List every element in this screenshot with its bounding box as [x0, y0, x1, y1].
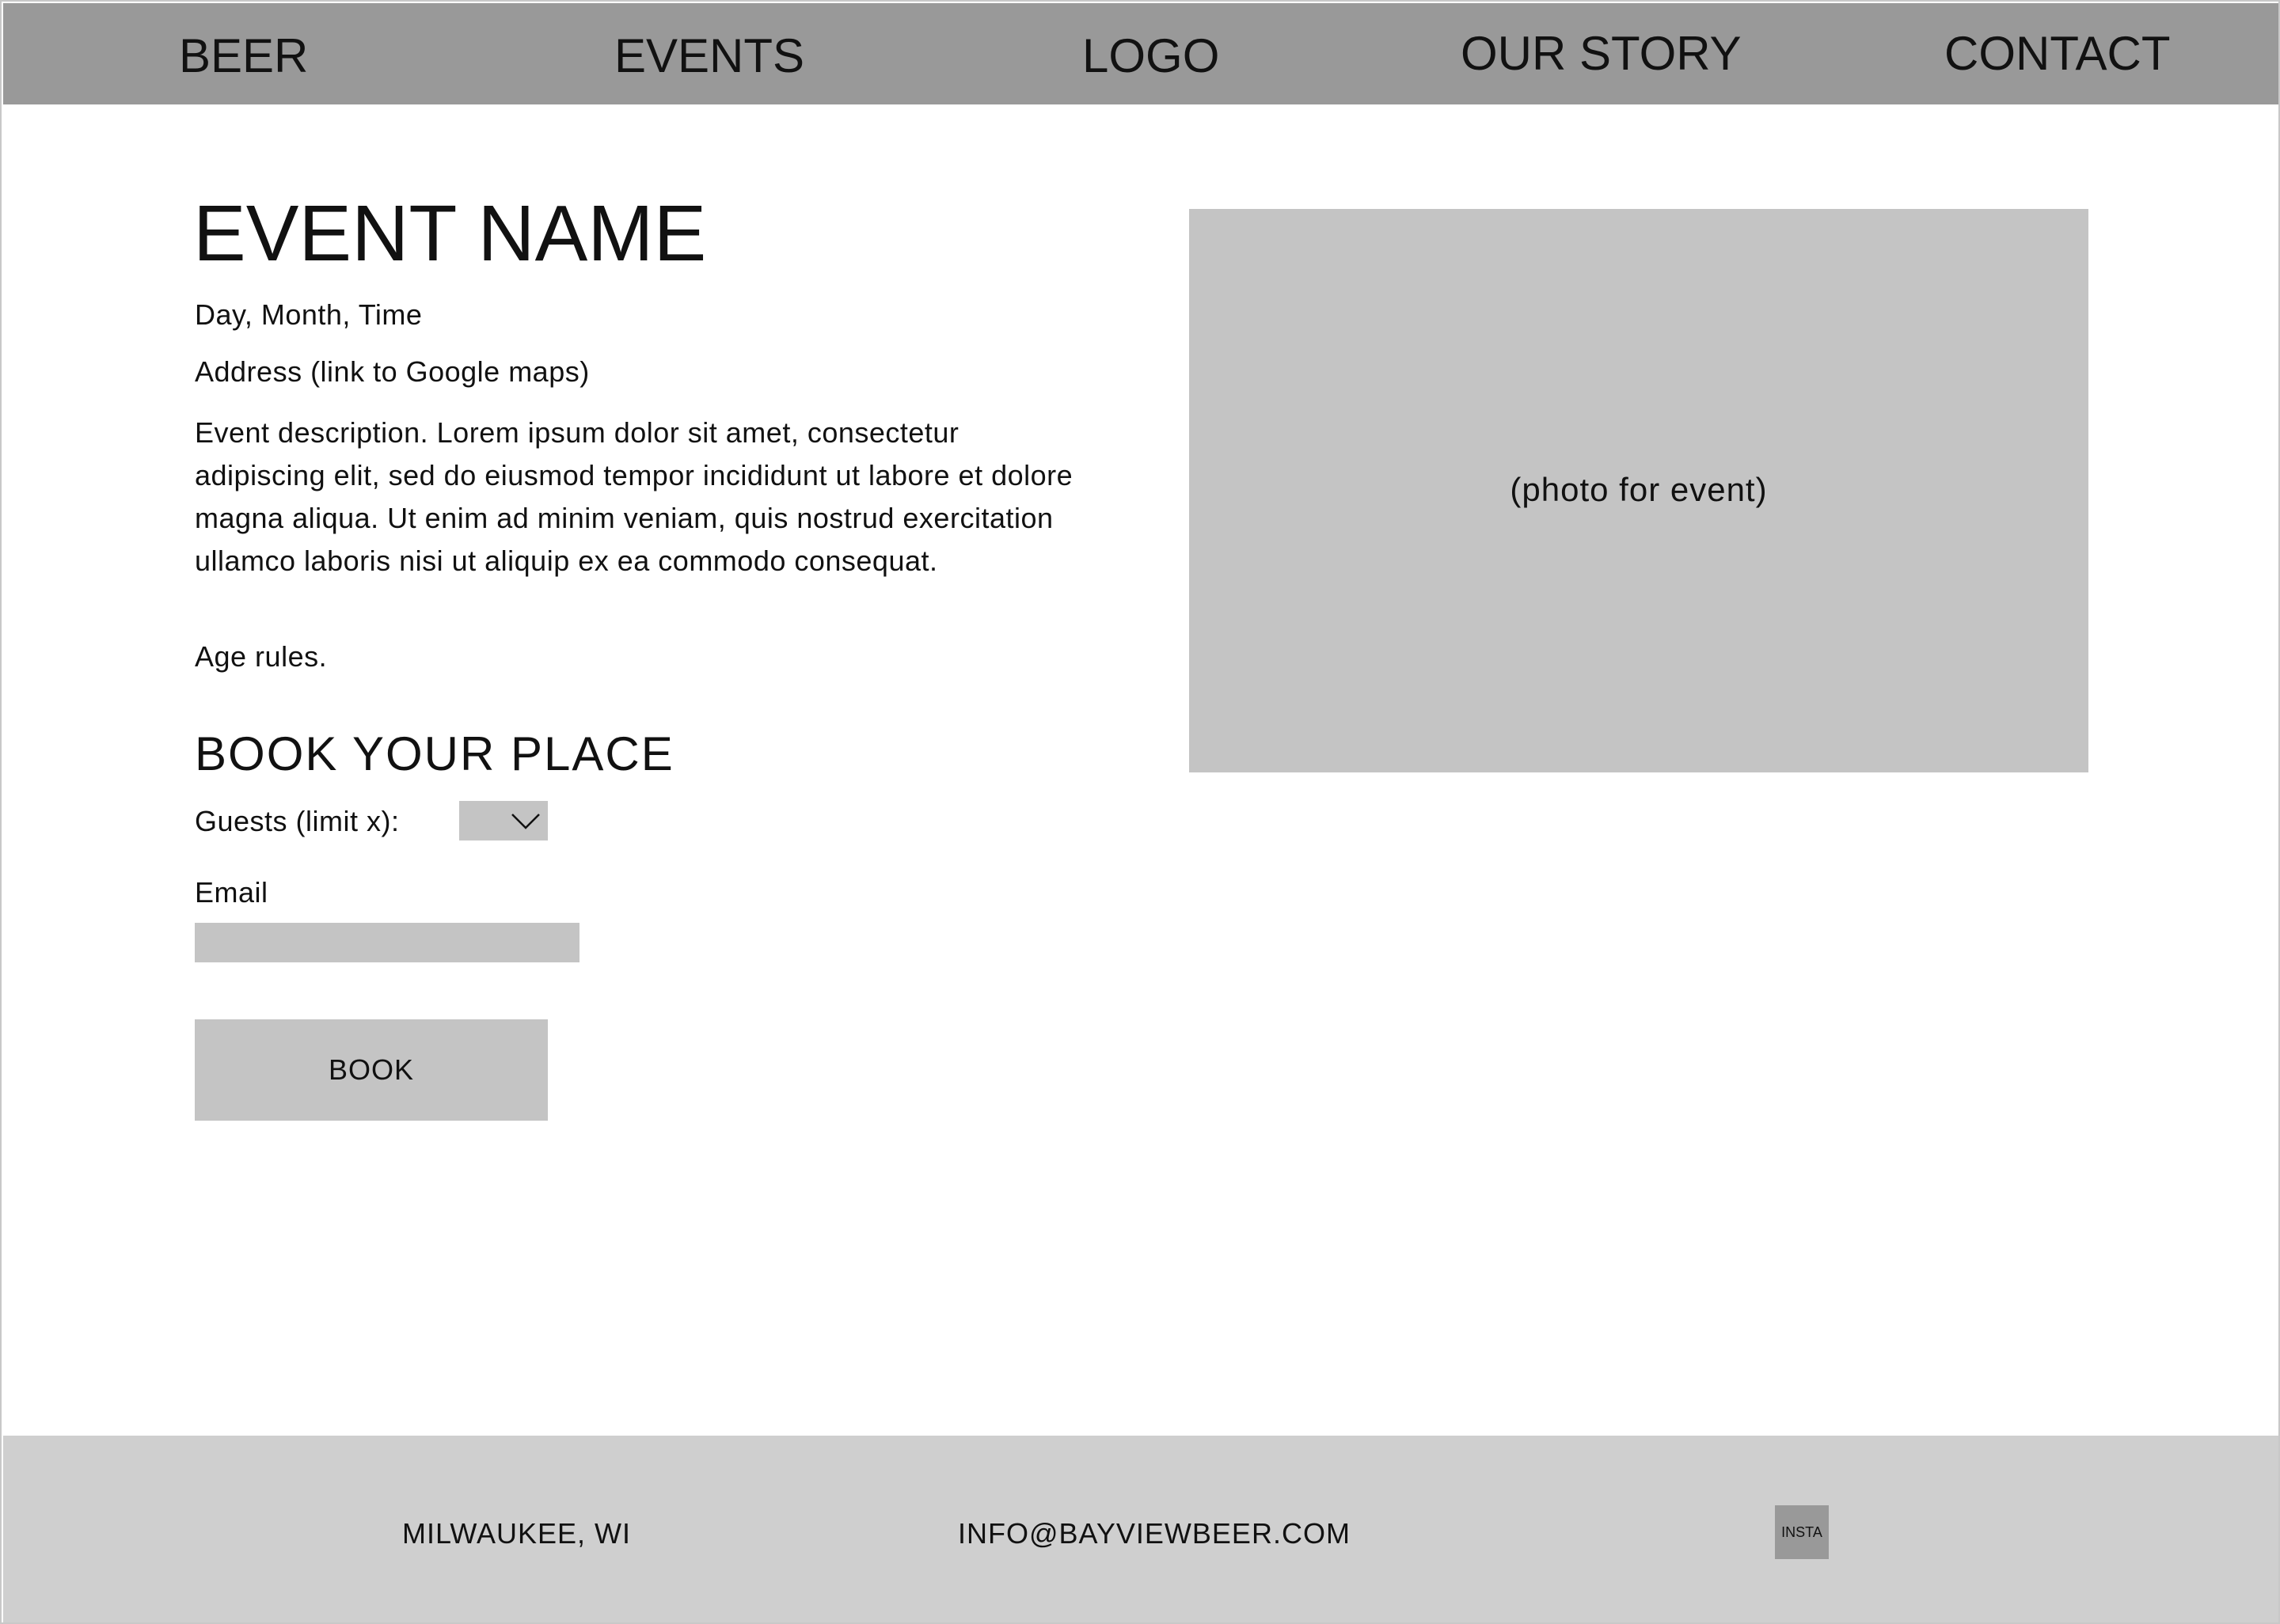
email-label: Email: [195, 876, 268, 909]
nav-events-link[interactable]: EVENTS: [614, 3, 804, 104]
email-input[interactable]: [195, 923, 580, 962]
event-photo-caption: (photo for event): [1510, 471, 1768, 508]
nav-our-story-link[interactable]: OUR STORY: [1461, 3, 1742, 104]
event-title: EVENT NAME: [193, 189, 707, 278]
chevron-down-icon: [511, 814, 540, 829]
guests-label: Guests (limit x):: [195, 805, 400, 837]
instagram-button[interactable]: INSTA: [1775, 1505, 1829, 1559]
event-datetime: Day, Month, Time: [195, 298, 423, 331]
guests-dropdown[interactable]: [459, 801, 548, 840]
footer: MILWAUKEE, WI INFO@BAYVIEWBEER.COM INSTA: [3, 1436, 2278, 1622]
event-address-link[interactable]: Address (link to Google maps): [195, 355, 590, 389]
footer-location: MILWAUKEE, WI: [402, 1517, 632, 1550]
event-description: Event description. Lorem ipsum dolor sit…: [195, 416, 1074, 577]
event-age-rules: Age rules.: [195, 640, 328, 673]
nav-beer-link[interactable]: BEER: [179, 3, 308, 104]
footer-email-link[interactable]: INFO@BAYVIEWBEER.COM: [958, 1516, 1351, 1551]
book-button[interactable]: BOOK: [195, 1019, 548, 1121]
site-logo[interactable]: LOGO: [1082, 3, 1219, 104]
top-nav: BEER EVENTS LOGO OUR STORY CONTACT: [3, 3, 2278, 104]
event-photo-placeholder: (photo for event): [1189, 209, 2088, 772]
page-frame: BEER EVENTS LOGO OUR STORY CONTACT EVENT…: [0, 0, 2280, 1624]
book-heading: BOOK YOUR PLACE: [195, 727, 674, 780]
nav-contact-link[interactable]: CONTACT: [1944, 3, 2171, 104]
